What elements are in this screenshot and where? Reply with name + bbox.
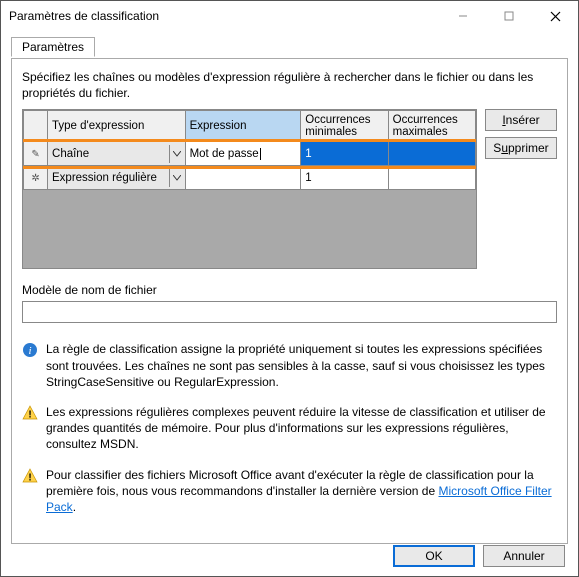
text-caret: [260, 148, 261, 160]
chevron-down-icon[interactable]: [169, 145, 185, 163]
cell-min[interactable]: 1: [301, 166, 388, 190]
filename-model-input[interactable]: [22, 301, 557, 323]
titlebar: Paramètres de classification: [1, 1, 578, 31]
window-title: Paramètres de classification: [9, 9, 440, 23]
warning-note: ! Les expressions régulières complexes p…: [22, 404, 557, 453]
minimize-button[interactable]: [440, 1, 486, 31]
warning-icon: !: [22, 404, 38, 453]
col-min[interactable]: Occurrences minimales: [301, 111, 388, 142]
warning1-text: Les expressions régulières complexes peu…: [46, 404, 557, 453]
ok-button[interactable]: OK: [393, 545, 475, 567]
warning-icon: !: [22, 467, 38, 516]
svg-text:!: !: [28, 409, 31, 420]
cancel-button[interactable]: Annuler: [483, 545, 565, 567]
chevron-down-icon[interactable]: [169, 169, 185, 187]
row-indicator-new: ✲: [24, 166, 48, 190]
cell-type[interactable]: Chaîne: [48, 142, 186, 166]
intro-text: Spécifiez les chaînes ou modèles d'expre…: [22, 69, 557, 101]
filename-model-label: Modèle de nom de fichier: [22, 283, 557, 297]
cell-max[interactable]: [388, 166, 475, 190]
cell-type[interactable]: Expression régulière: [48, 166, 186, 190]
maximize-button[interactable]: [486, 1, 532, 31]
row-indicator-edit: ✎: [24, 142, 48, 166]
info-text: La règle de classification assigne la pr…: [46, 341, 557, 390]
cell-max[interactable]: [388, 142, 475, 166]
col-expression[interactable]: Expression: [185, 111, 301, 142]
table-row[interactable]: ✲ Expression régulière 1: [24, 166, 476, 190]
cell-expression[interactable]: [185, 166, 301, 190]
col-max[interactable]: Occurrences maximales: [388, 111, 475, 142]
info-note: i La règle de classification assigne la …: [22, 341, 557, 390]
row-header-blank: [24, 111, 48, 142]
close-button[interactable]: [532, 1, 578, 31]
svg-text:i: i: [28, 345, 31, 357]
tab-parameters[interactable]: Paramètres: [11, 37, 95, 57]
svg-text:!: !: [28, 472, 31, 483]
warning2-text: Pour classifier des fichiers Microsoft O…: [46, 467, 557, 516]
pencil-icon: ✎: [31, 149, 39, 160]
new-row-icon: ✲: [31, 173, 39, 184]
insert-button[interactable]: Insérer: [485, 109, 557, 131]
cell-expression[interactable]: Mot de passe: [185, 142, 301, 166]
table-row[interactable]: ✎ Chaîne Mot de passe 1: [24, 142, 476, 166]
info-icon: i: [22, 341, 38, 390]
cell-min[interactable]: 1: [301, 142, 388, 166]
warning-note: ! Pour classifier des fichiers Microsoft…: [22, 467, 557, 516]
delete-button[interactable]: Supprimer: [485, 137, 557, 159]
col-type[interactable]: Type d'expression: [48, 111, 186, 142]
grid-header-row: Type d'expression Expression Occurrences…: [24, 111, 476, 142]
expression-grid[interactable]: Type d'expression Expression Occurrences…: [22, 109, 477, 269]
